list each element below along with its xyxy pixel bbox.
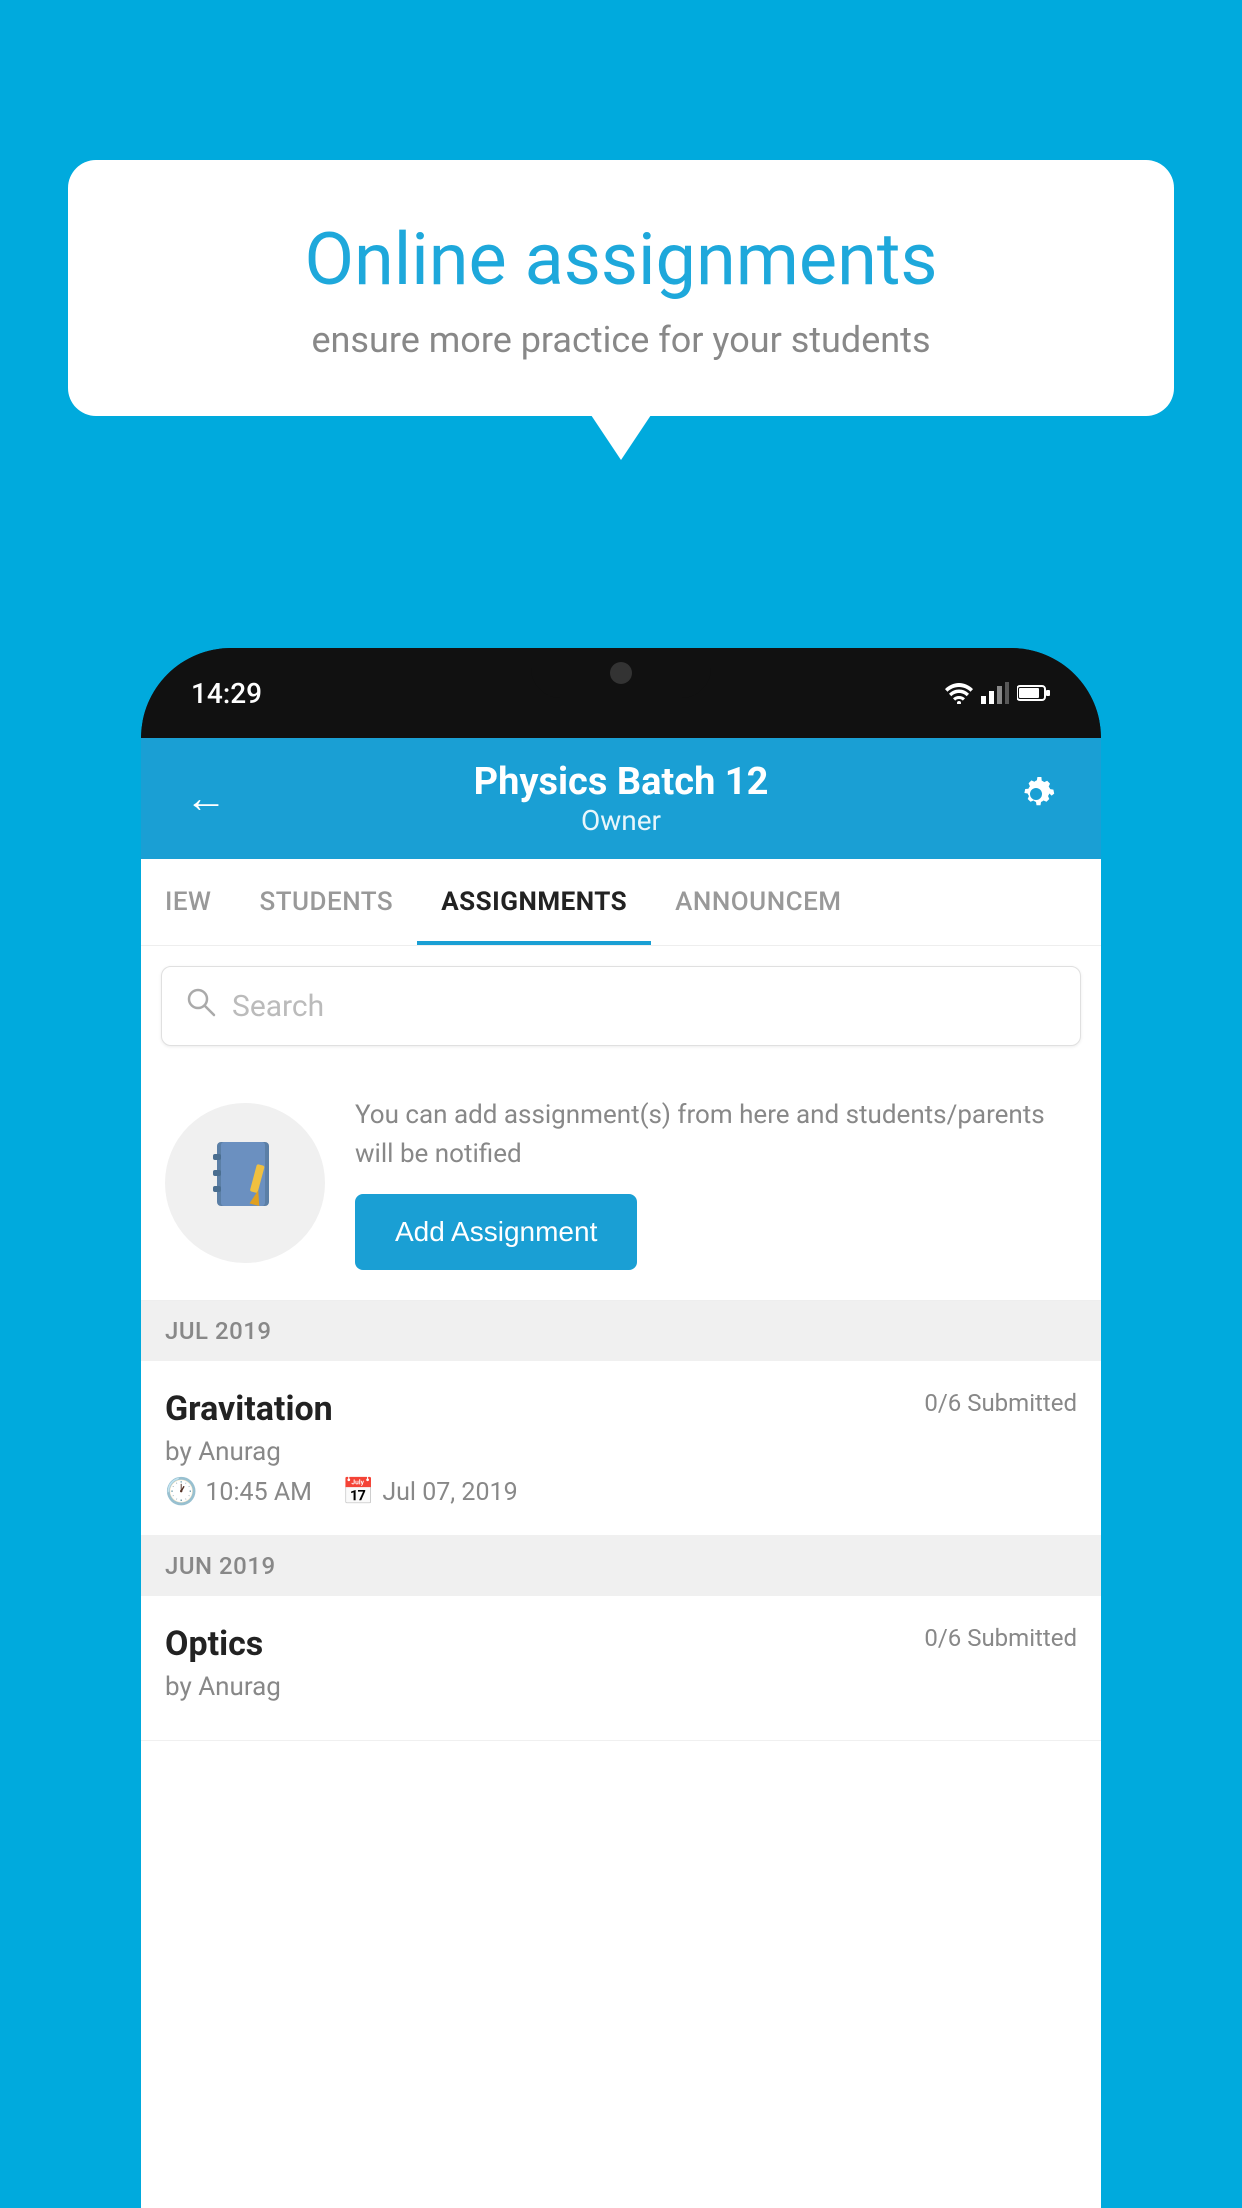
promo-subtitle: ensure more practice for your students [128,319,1114,361]
assignment-author-optics: by Anurag [165,1672,1077,1702]
status-bar: 14:29 [141,648,1101,738]
clock-icon: 🕐 [165,1477,197,1507]
notebook-icon [205,1134,285,1232]
search-icon [186,987,216,1025]
tab-students[interactable]: STUDENTS [235,859,417,945]
assignment-row1-optics: Optics 0/6 Submitted [165,1624,1077,1664]
assignment-time: 🕐 10:45 AM [165,1477,312,1507]
speech-bubble: Online assignments ensure more practice … [68,160,1174,416]
assignment-submitted: 0/6 Submitted [924,1389,1077,1417]
batch-title: Physics Batch 12 [474,760,769,804]
wifi-icon [945,682,973,704]
assignment-author: by Anurag [165,1437,1077,1467]
header-center: Physics Batch 12 Owner [474,760,769,837]
section-header-jul: JUL 2019 [141,1301,1101,1361]
tab-iew[interactable]: IEW [141,859,235,945]
empty-description: You can add assignment(s) from here and … [355,1096,1077,1174]
status-icons [945,682,1051,704]
assignment-title: Gravitation [165,1389,333,1429]
assignment-date: 📅 Jul 07, 2019 [342,1477,518,1507]
assignment-icon-circle [165,1103,325,1263]
status-time: 14:29 [191,677,262,710]
assignment-row1: Gravitation 0/6 Submitted [165,1389,1077,1429]
assignment-item-gravitation[interactable]: Gravitation 0/6 Submitted by Anurag 🕐 10… [141,1361,1101,1536]
notch [531,648,711,698]
signal-icon [981,682,1009,704]
batch-role: Owner [474,804,769,837]
empty-state: You can add assignment(s) from here and … [141,1066,1101,1301]
settings-button[interactable] [1007,765,1065,833]
calendar-icon: 📅 [342,1477,374,1507]
assignment-submitted-optics: 0/6 Submitted [924,1624,1077,1652]
content-area: Search [141,946,1101,2208]
search-placeholder: Search [232,989,324,1024]
phone-frame: 14:29 [141,648,1101,2208]
tab-announcements[interactable]: ANNOUNCEM [651,859,865,945]
assignment-title-optics: Optics [165,1624,263,1664]
add-assignment-button[interactable]: Add Assignment [355,1194,637,1270]
back-button[interactable]: ← [177,766,235,831]
assignment-item-optics[interactable]: Optics 0/6 Submitted by Anurag [141,1596,1101,1741]
tab-assignments[interactable]: ASSIGNMENTS [417,859,651,945]
promo-section: Online assignments ensure more practice … [68,160,1174,416]
section-header-jun: JUN 2019 [141,1536,1101,1596]
app-header: ← Physics Batch 12 Owner [141,738,1101,859]
promo-title: Online assignments [128,220,1114,299]
assignment-meta: 🕐 10:45 AM 📅 Jul 07, 2019 [165,1477,1077,1507]
search-bar[interactable]: Search [161,966,1081,1046]
gear-icon [1015,773,1057,815]
camera [610,662,632,684]
tabs-bar: IEW STUDENTS ASSIGNMENTS ANNOUNCEM [141,859,1101,946]
battery-icon [1017,684,1051,702]
empty-content: You can add assignment(s) from here and … [355,1096,1077,1270]
app-screen: ← Physics Batch 12 Owner IEW STUDENTS AS… [141,738,1101,2208]
